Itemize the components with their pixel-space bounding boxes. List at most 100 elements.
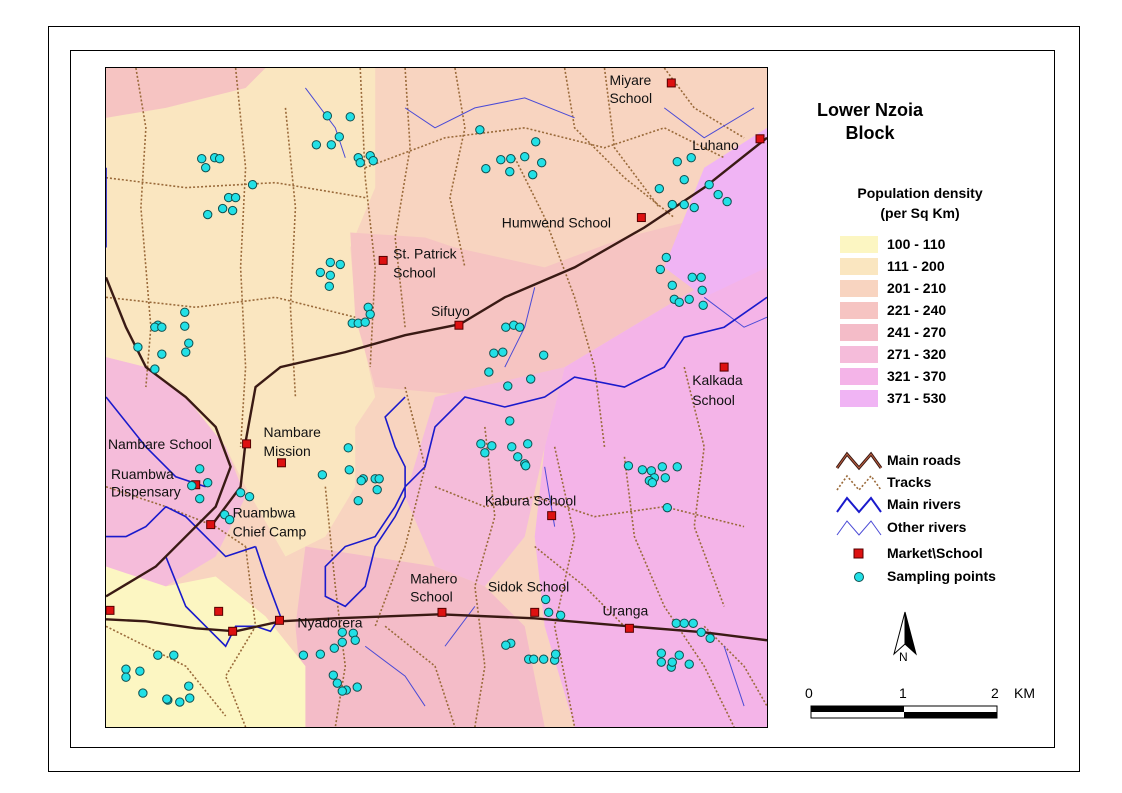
sampling-point bbox=[187, 481, 197, 491]
sampling-point bbox=[476, 439, 486, 449]
sampling-point bbox=[704, 179, 714, 190]
sampling-point bbox=[667, 657, 677, 667]
density-swatch bbox=[840, 302, 878, 319]
map-title-line1: Lower Nzoia bbox=[816, 100, 923, 120]
sampling-point bbox=[520, 152, 530, 162]
sampling-point bbox=[689, 202, 699, 213]
sampling-point bbox=[169, 650, 179, 660]
sampling-point bbox=[324, 281, 335, 292]
sampling-point bbox=[298, 650, 309, 660]
density-class-label: 111 - 200 bbox=[887, 258, 945, 274]
density-class-label: 321 - 370 bbox=[887, 368, 947, 384]
sampling-point bbox=[162, 694, 172, 704]
scale-bar-graphic bbox=[810, 705, 998, 719]
sampling-point bbox=[355, 158, 365, 168]
label-nambare-school: Nambare School bbox=[108, 436, 212, 452]
sampling-point bbox=[315, 649, 326, 659]
sampling-point bbox=[332, 678, 342, 688]
sampling-point bbox=[227, 205, 238, 216]
sampling-point bbox=[244, 492, 255, 502]
sampling-point bbox=[679, 199, 689, 210]
sampling-point bbox=[654, 183, 665, 194]
legend-label: Main roads bbox=[887, 452, 961, 468]
sampling-point bbox=[203, 478, 213, 488]
sampling-point bbox=[696, 627, 706, 637]
sampling-point bbox=[623, 461, 634, 471]
sampling-point bbox=[475, 125, 485, 135]
sampling-point bbox=[335, 259, 345, 270]
map-title: Lower Nzoia Block bbox=[815, 99, 925, 145]
sampling-point bbox=[698, 300, 708, 310]
scale-tick-2: 2 bbox=[991, 685, 999, 701]
sampling-point-icon bbox=[854, 572, 864, 582]
sampling-point bbox=[322, 111, 333, 121]
sampling-point bbox=[311, 140, 322, 150]
sampling-point bbox=[481, 164, 491, 174]
sampling-point bbox=[637, 465, 648, 475]
sampling-point bbox=[157, 322, 167, 332]
sampling-point bbox=[688, 618, 698, 629]
sampling-point bbox=[538, 350, 549, 360]
sampling-point bbox=[674, 297, 684, 307]
sampling-point bbox=[150, 364, 160, 374]
sampling-point bbox=[487, 441, 497, 451]
sampling-point bbox=[722, 196, 732, 207]
density-swatch bbox=[840, 324, 878, 341]
sampling-point bbox=[353, 496, 363, 506]
sampling-point bbox=[697, 285, 707, 296]
sampling-point bbox=[337, 686, 347, 696]
sampling-point bbox=[203, 209, 213, 220]
population-density-title: Population density (per Sq Km) bbox=[840, 183, 1000, 223]
map-title-line2: Block bbox=[845, 123, 895, 143]
sampling-point bbox=[526, 374, 536, 384]
sampling-point bbox=[489, 348, 499, 358]
sampling-point bbox=[121, 664, 131, 674]
label-luhano: Luhano bbox=[692, 137, 739, 153]
sampling-point bbox=[184, 338, 194, 348]
sampling-point bbox=[329, 643, 339, 653]
sampling-point bbox=[687, 272, 697, 283]
other-river-icon bbox=[836, 520, 882, 536]
sampling-point bbox=[181, 347, 191, 357]
legend-label: Other rivers bbox=[887, 519, 967, 535]
sampling-point bbox=[686, 153, 696, 163]
population-title-line1: Population density bbox=[857, 185, 983, 201]
sampling-point bbox=[656, 648, 667, 658]
sampling-point bbox=[550, 649, 561, 659]
sampling-point bbox=[328, 670, 338, 680]
scale-tick-1: 1 bbox=[899, 685, 907, 701]
sampling-point bbox=[235, 488, 246, 498]
sampling-point bbox=[523, 439, 533, 449]
label-kabura: Kabura School bbox=[485, 493, 576, 509]
sampling-point bbox=[536, 158, 547, 168]
sampling-point bbox=[655, 264, 666, 275]
sampling-point bbox=[529, 654, 539, 664]
sampling-point bbox=[656, 657, 667, 667]
sampling-point bbox=[660, 473, 670, 483]
population-title-line2: (per Sq Km) bbox=[880, 205, 960, 221]
sampling-point bbox=[540, 594, 551, 605]
sampling-point bbox=[505, 166, 515, 177]
sampling-point bbox=[662, 502, 672, 513]
sampling-point bbox=[317, 470, 328, 480]
sampling-point bbox=[657, 462, 668, 472]
sampling-point bbox=[180, 321, 190, 331]
sampling-point bbox=[679, 618, 689, 629]
scale-tick-0: 0 bbox=[805, 685, 813, 701]
sampling-point bbox=[480, 448, 490, 458]
sampling-point bbox=[521, 461, 531, 471]
legend-label: Main rivers bbox=[887, 496, 961, 512]
scale-unit: KM bbox=[1014, 685, 1035, 701]
sampling-point bbox=[528, 169, 538, 180]
sampling-point bbox=[230, 192, 241, 203]
sampling-point bbox=[356, 476, 366, 486]
sampling-point bbox=[334, 132, 344, 142]
label-miyare: Miyare School bbox=[609, 72, 652, 106]
sampling-point bbox=[185, 693, 195, 703]
sampling-point bbox=[667, 280, 677, 291]
label-uranga: Uranga bbox=[602, 602, 648, 618]
sampling-point bbox=[672, 462, 682, 472]
sampling-point bbox=[684, 294, 694, 304]
label-ruambwa-dispensary: Ruambwa Dispensary bbox=[111, 466, 181, 500]
sampling-point bbox=[184, 681, 194, 691]
